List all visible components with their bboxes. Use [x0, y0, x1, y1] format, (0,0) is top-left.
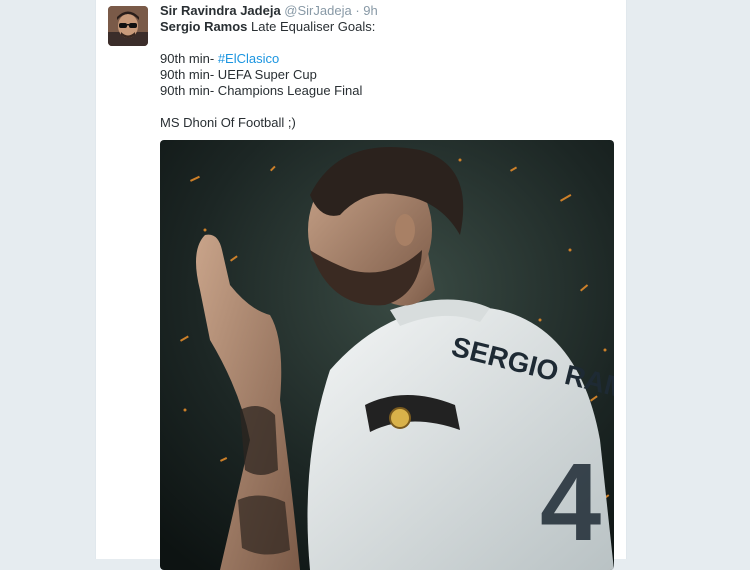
goal-line-3: 90th min- Champions League Final [160, 83, 363, 98]
hashtag-link[interactable]: #ElClasico [218, 51, 279, 66]
goal-line-1: 90th min- #ElClasico [160, 51, 610, 67]
tweet-line-1-rest: Late Equaliser Goals: [247, 19, 376, 34]
mention-name: Sergio Ramos [160, 19, 248, 34]
tweet-header: Sir Ravindra Jadeja @SirJadeja · 9h [160, 3, 378, 19]
player-artwork: SERGIO RAMOS 4 [160, 140, 614, 570]
tweet-card: Sir Ravindra Jadeja @SirJadeja · 9h Serg… [95, 0, 627, 570]
goal-line-1-prefix: 90th min- [160, 51, 218, 66]
tweet-text: Sergio Ramos Late Equaliser Goals: 90th … [160, 19, 610, 131]
author-handle[interactable]: @SirJadeja [284, 3, 351, 18]
avatar[interactable] [108, 6, 148, 46]
closing-line: MS Dhoni Of Football ;) [160, 115, 296, 130]
author-name[interactable]: Sir Ravindra Jadeja [160, 3, 281, 18]
separator-dot: · [355, 3, 360, 18]
avatar-image [108, 6, 148, 46]
jersey-number-text: 4 [540, 441, 601, 564]
goal-line-2: 90th min- UEFA Super Cup [160, 67, 317, 82]
tweet-media-image[interactable]: SERGIO RAMOS 4 [160, 140, 614, 570]
tweet-line-1: Sergio Ramos Late Equaliser Goals: [160, 19, 610, 35]
timestamp[interactable]: 9h [363, 3, 377, 18]
